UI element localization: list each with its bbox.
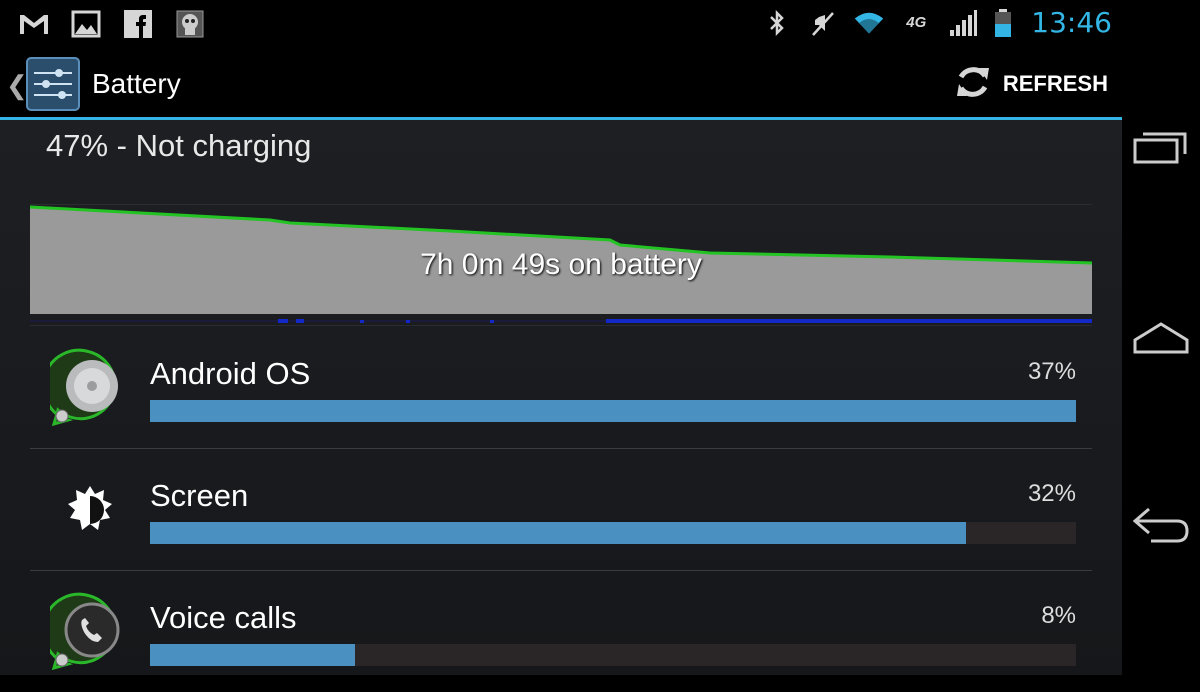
usage-bar-fill	[150, 400, 1076, 422]
signal-icon	[947, 7, 979, 39]
refresh-label: REFRESH	[1002, 71, 1108, 96]
divider	[30, 448, 1092, 449]
phone-call-icon	[41, 592, 130, 672]
recent-apps-icon[interactable]	[1130, 122, 1192, 172]
battery-status: 47% - Not charging	[46, 128, 312, 163]
usage-name: Voice calls	[150, 600, 297, 635]
status-bar: 4G 13:46	[0, 0, 1122, 48]
usage-row-voice-calls[interactable]: Voice calls 8%	[30, 572, 1092, 692]
usage-name: Android OS	[150, 356, 311, 391]
battery-icon	[993, 7, 1013, 39]
back-caret-icon[interactable]: ❮	[6, 70, 28, 101]
gmail-icon	[18, 8, 50, 40]
refresh-button[interactable]: REFRESH	[953, 60, 1108, 108]
usage-bar	[150, 644, 1076, 666]
refresh-icon	[953, 62, 993, 107]
usage-name: Screen	[150, 478, 249, 513]
page-title: Battery	[92, 68, 181, 99]
usage-bar-fill	[150, 644, 355, 666]
battery-history-graph[interactable]: 7h 0m 49s on battery	[29, 203, 1093, 327]
network-label: 4G	[906, 14, 927, 31]
usage-row-screen[interactable]: Screen 32%	[30, 450, 1092, 570]
wifi-icon	[853, 7, 885, 39]
usage-bar	[150, 522, 1076, 544]
gallery-icon	[70, 8, 102, 40]
4g-lte-icon: 4G	[899, 7, 933, 39]
graph-duration-label: 7h 0m 49s on battery	[420, 248, 702, 281]
battery-content: 47% - Not charging 7h 0m 49s on battery	[0, 120, 1122, 675]
usage-percent: 32%	[1027, 480, 1076, 507]
usage-bar-fill	[150, 522, 966, 544]
action-bar: ❮ Battery REFRESH	[0, 48, 1122, 120]
divider	[30, 570, 1092, 571]
navigation-bar	[1122, 0, 1200, 675]
vibrate-icon	[807, 7, 839, 39]
clock: 13:46	[1031, 6, 1112, 39]
settings-sliders-icon[interactable]	[26, 57, 80, 111]
usage-percent: 8%	[1041, 602, 1076, 629]
android-os-icon	[41, 348, 130, 428]
facebook-icon	[122, 8, 154, 40]
usage-row-android-os[interactable]: Android OS 37%	[30, 328, 1092, 448]
ghost-icon	[174, 8, 206, 40]
bluetooth-icon	[761, 7, 793, 39]
home-icon[interactable]	[1130, 312, 1192, 362]
back-icon[interactable]	[1130, 500, 1192, 550]
brightness-icon	[50, 470, 130, 550]
usage-bar	[150, 400, 1076, 422]
battery-screen: 4G 13:46 ❮ Battery REFRESH 47% - Not cha…	[0, 0, 1122, 675]
usage-percent: 37%	[1027, 358, 1076, 385]
